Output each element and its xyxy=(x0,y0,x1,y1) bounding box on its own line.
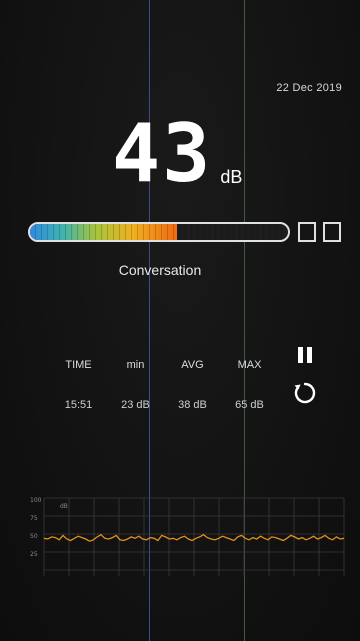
date-label: 22 Dec 2019 xyxy=(276,82,342,94)
level-meter-box xyxy=(298,222,316,242)
pause-icon xyxy=(296,347,314,363)
level-meter-box xyxy=(323,222,341,242)
graph-y-tick: 25 xyxy=(30,551,38,558)
stats-value-max: 65 dB xyxy=(235,399,264,411)
level-meter-ticks xyxy=(30,224,288,240)
graph-y-tick: 50 xyxy=(30,533,38,540)
graph-y-tick: 100 xyxy=(30,497,42,504)
history-graph: 100 75 50 25 dB xyxy=(30,494,348,586)
decibel-reading: 43 dB xyxy=(112,107,243,200)
stats-value-row: 15:51 23 dB 38 dB 65 dB xyxy=(50,385,280,425)
decibel-unit: dB xyxy=(220,167,243,187)
stats-value-time: 15:51 xyxy=(64,399,93,411)
stats-value-avg: 38 dB xyxy=(178,399,207,411)
reset-button[interactable] xyxy=(290,378,320,408)
history-graph-svg: 100 75 50 25 dB xyxy=(30,497,345,576)
graph-grid xyxy=(43,497,345,576)
stats-header-max: MAX xyxy=(237,359,262,371)
level-meter xyxy=(28,222,290,242)
reset-icon xyxy=(294,382,316,404)
sound-meter-screen: 22 Dec 2019 43 dB Conversation TIME min … xyxy=(0,0,360,641)
stats-header-row: TIME min AVG MAX xyxy=(50,345,280,385)
stats-header-time: TIME xyxy=(65,359,92,371)
stats-table: TIME min AVG MAX 15:51 23 dB 38 dB 65 dB xyxy=(50,345,280,425)
noise-category-label: Conversation xyxy=(118,262,202,278)
pause-button[interactable] xyxy=(290,340,320,370)
stats-header-min: min xyxy=(126,359,145,371)
stats-header-avg: AVG xyxy=(181,359,204,371)
graph-y-tick: 75 xyxy=(30,515,38,522)
decibel-value: 43 xyxy=(112,107,213,200)
stats-value-min: 23 dB xyxy=(121,399,150,411)
graph-y-label: dB xyxy=(60,503,68,510)
